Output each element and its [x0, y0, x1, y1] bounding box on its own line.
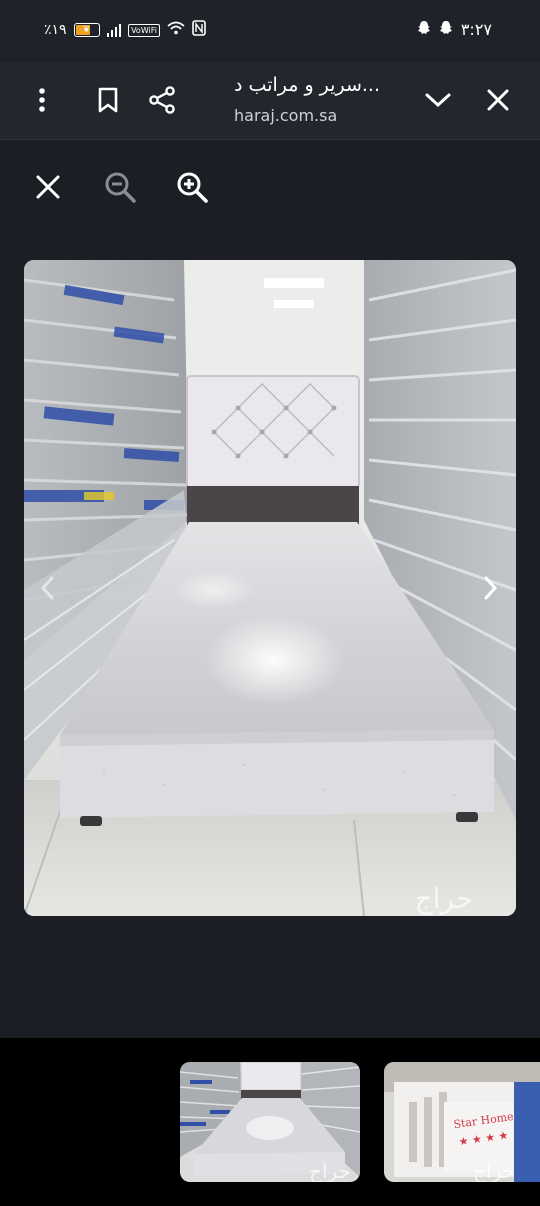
next-image-button[interactable]: [476, 570, 506, 606]
thumbnail-strip: حراج Star Home ★ ★ ★ ★ حراج: [0, 1038, 540, 1206]
clock: ٣:٢٧: [460, 20, 492, 39]
image-viewer-controls: [0, 140, 540, 235]
battery-percent: ٪١٩: [44, 22, 67, 38]
close-icon[interactable]: [24, 163, 72, 211]
thumbnail-1[interactable]: حراج: [180, 1062, 360, 1182]
snapchat-icon: [439, 20, 453, 39]
vowifi-badge: VoWiFi: [128, 23, 161, 37]
bookmark-icon[interactable]: [88, 80, 128, 120]
watermark-text: حراج: [415, 882, 474, 916]
share-icon[interactable]: [142, 80, 182, 120]
page-url: haraj.com.sa: [234, 106, 338, 125]
thumbnail-2[interactable]: Star Home ★ ★ ★ ★ حراج: [384, 1062, 540, 1182]
battery-icon: ❦: [73, 23, 100, 37]
snapchat-icon: [417, 20, 431, 39]
more-vertical-icon[interactable]: [22, 80, 62, 120]
listing-photo[interactable]: حراج: [24, 260, 516, 916]
zoom-in-icon[interactable]: [168, 163, 216, 211]
nfc-icon: [192, 20, 206, 40]
thumbnail-watermark: حراج: [473, 1159, 515, 1182]
status-bar: ٪١٩ ❦ VoWiFi ٣:٢٧: [0, 0, 540, 62]
chevron-right-icon: [484, 576, 498, 600]
previous-image-button[interactable]: [32, 570, 62, 606]
chevron-left-icon: [40, 576, 54, 600]
status-right: ٣:٢٧: [417, 20, 492, 39]
thumbnail-watermark: حراج: [309, 1159, 351, 1182]
status-left: ٪١٩ ❦ VoWiFi: [44, 20, 206, 40]
zoom-out-icon[interactable]: [96, 163, 144, 211]
close-icon[interactable]: [478, 80, 518, 120]
signal-icon: [106, 23, 122, 37]
page-title: سرير و مراتب د...: [234, 74, 380, 96]
custom-tab-toolbar: سرير و مراتب د... haraj.com.sa: [0, 62, 540, 140]
wifi-icon: [167, 21, 185, 39]
chevron-down-icon[interactable]: [418, 80, 458, 120]
